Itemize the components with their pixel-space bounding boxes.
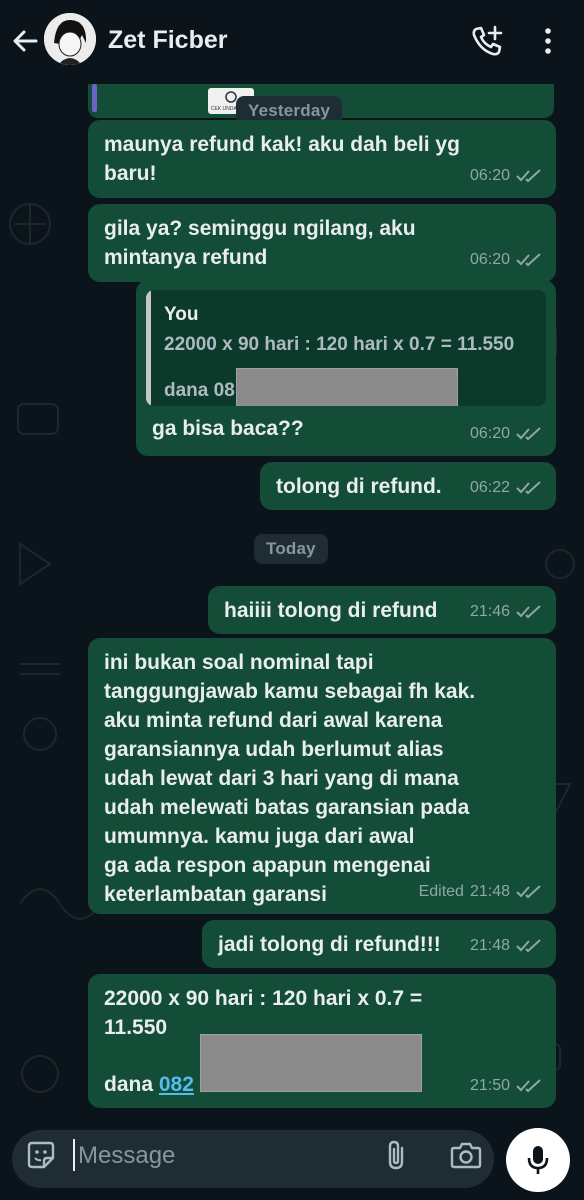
message-time: 21:48 <box>469 883 510 900</box>
message-bubble[interactable]: jadi tolong di refund!!! 21:48 <box>202 920 556 968</box>
message-bubble[interactable]: 22000 x 90 hari : 120 hari x 0.7 = 11.55… <box>88 974 556 1108</box>
message-meta: 21:46 <box>470 597 542 626</box>
avatar[interactable] <box>44 13 96 65</box>
double-check-icon <box>516 604 541 618</box>
sticker-icon[interactable] <box>26 1140 56 1170</box>
more-vert-icon[interactable] <box>538 24 558 58</box>
message-time: 21:48 <box>469 937 510 954</box>
message-meta: 21:48 <box>470 931 542 960</box>
double-check-icon <box>516 480 541 494</box>
chat-area[interactable]: CEK UNDANGAN Yesterday maunya refund kak… <box>0 84 584 1120</box>
text-cursor <box>73 1139 75 1171</box>
chat-header: Zet Ficber <box>0 0 584 84</box>
message-placeholder[interactable]: Message <box>78 1142 175 1170</box>
reply-quote[interactable]: You 22000 x 90 hari : 120 hari x 0.7 = 1… <box>146 290 546 406</box>
message-composer: Message <box>0 1120 584 1200</box>
message-time: 06:22 <box>469 479 510 496</box>
message-meta: 06:20 <box>470 161 542 190</box>
date-chip-today: Today <box>254 534 328 564</box>
attach-icon[interactable] <box>382 1138 410 1172</box>
mic-button[interactable] <box>506 1128 570 1192</box>
message-meta: 06:20 <box>470 245 542 274</box>
message-bubble-with-reply[interactable]: You 22000 x 90 hari : 120 hari x 0.7 = 1… <box>136 280 556 456</box>
message-meta: 06:20 <box>470 419 542 448</box>
contact-name[interactable]: Zet Ficber <box>108 26 227 55</box>
message-line: dana 082 <box>104 1070 194 1099</box>
quote-author: You <box>164 304 199 325</box>
double-check-icon <box>516 252 541 266</box>
message-time: 06:20 <box>469 251 510 268</box>
quote-bar <box>146 290 151 406</box>
quote-bar <box>92 84 97 112</box>
mic-icon <box>527 1146 549 1174</box>
camera-icon[interactable] <box>450 1140 482 1170</box>
message-bubble[interactable]: ini bukan soal nominal tapi tanggungjawa… <box>88 638 556 914</box>
redacted-block <box>236 368 458 406</box>
double-check-icon <box>516 1078 541 1092</box>
message-meta: Edited 21:48 <box>419 877 542 906</box>
message-text-2: dana <box>104 1073 159 1096</box>
message-time: 21:50 <box>469 1077 510 1094</box>
message-time: 06:20 <box>469 167 510 184</box>
redacted-block <box>200 1034 422 1092</box>
phone-link[interactable]: 082 <box>159 1073 194 1096</box>
back-arrow-icon[interactable] <box>10 26 40 56</box>
double-check-icon <box>516 938 541 952</box>
message-time: 21:46 <box>469 603 510 620</box>
double-check-icon <box>516 168 541 182</box>
message-bubble[interactable]: maunya refund kak! aku dah beli yg baru!… <box>88 120 556 198</box>
double-check-icon <box>516 426 541 440</box>
quote-text: 22000 x 90 hari : 120 hari x 0.7 = 11.55… <box>164 334 515 355</box>
message-bubble[interactable]: haiiii tolong di refund 21:46 <box>208 586 556 634</box>
message-meta: 21:50 <box>470 1071 542 1100</box>
message-meta: 06:22 <box>470 473 542 502</box>
message-bubble[interactable]: gila ya? seminggu ngilang, aku mintanya … <box>88 204 556 282</box>
double-check-icon <box>516 884 541 898</box>
message-time: 06:20 <box>469 425 510 442</box>
call-add-icon[interactable] <box>470 24 504 58</box>
edited-label: Edited <box>418 883 464 900</box>
message-text: ini bukan soal nominal tapi tanggungjawa… <box>104 651 476 906</box>
message-bubble[interactable]: tolong di refund. 06:22 <box>260 462 556 510</box>
quote-text-2: dana 08 <box>164 380 235 401</box>
